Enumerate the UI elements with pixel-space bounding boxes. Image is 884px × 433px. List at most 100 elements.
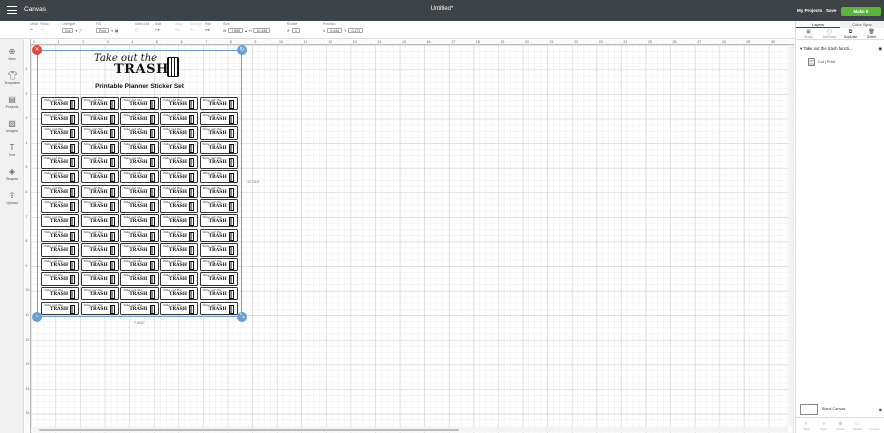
rotate-icon: ⟳: [287, 28, 290, 33]
tab-layers[interactable]: Layers: [796, 21, 840, 28]
scrollbar-thumb[interactable]: [39, 428, 459, 431]
attach-button[interactable]: ⊕ Attach: [832, 420, 849, 431]
trash-can-icon: [70, 231, 76, 241]
ungroup-button[interactable]: ▢ UnGroup: [819, 28, 840, 39]
sticker: Take out the TRASH: [41, 184, 80, 199]
vertical-scrollbar[interactable]: [788, 45, 793, 427]
sticker-line-2: TRASH: [208, 277, 227, 283]
save-link[interactable]: Save: [826, 8, 837, 13]
plus-circle-icon: ⊕: [8, 47, 16, 56]
ruler-tick-label: 28: [721, 39, 726, 44]
flatten-button[interactable]: ▭ Flatten: [849, 420, 866, 431]
blank-canvas-label: Blank Canvas: [822, 407, 846, 411]
sticker: Take out the TRASH: [159, 257, 199, 272]
sticker: Take out the TRASH: [199, 213, 238, 228]
trash-can-icon: [189, 260, 195, 270]
sticker: Take out the TRASH: [159, 272, 199, 286]
make-it-button[interactable]: Make It: [841, 7, 881, 16]
sticker-line-2: TRASH: [89, 189, 108, 195]
layer-item[interactable]: Cut | Print: [808, 57, 880, 66]
sticker-line-2: TRASH: [50, 262, 69, 268]
select-all-label: Select All: [135, 22, 150, 26]
ruler-tick-label: 15: [402, 39, 406, 44]
edit-icon[interactable]: ✂▾: [155, 28, 160, 32]
nav-item-templates[interactable]: 👕︎ Templates: [0, 71, 24, 85]
trash-can-icon: [189, 290, 195, 300]
sticker-line-2: TRASH: [50, 102, 69, 107]
lock-icon[interactable]: 🔒︎: [245, 29, 247, 33]
sticker-line-2: TRASH: [208, 102, 227, 107]
nav-item-projects[interactable]: ▤ Projects: [0, 95, 24, 109]
sticker: Take out the TRASH: [120, 199, 159, 213]
y-input[interactable]: 0.472: [348, 28, 364, 33]
ruler-tick-label: 22: [574, 39, 579, 44]
layer-group-title[interactable]: ▾ Take out the trash functi... ◉: [800, 46, 882, 52]
x-input[interactable]: 0.444: [327, 28, 343, 33]
trash-can-icon: [149, 304, 155, 314]
nav-item-shapes[interactable]: ◈ Shapes: [0, 167, 24, 181]
sticker-line-2: TRASH: [208, 131, 227, 137]
redo-label: Redo: [40, 22, 49, 26]
undo-icon[interactable]: ↶: [30, 28, 33, 32]
flip-label: Flip: [205, 22, 211, 26]
slice-label: Slice: [803, 427, 810, 431]
duplicate-label: Duplicate: [843, 35, 858, 39]
slice-button[interactable]: ◐ Slice: [798, 420, 815, 431]
eye-icon[interactable]: ◉: [879, 407, 882, 412]
delete-handle-icon[interactable]: ✕: [32, 45, 42, 55]
nav-item-upload[interactable]: ⇪ Upload: [0, 191, 24, 205]
sticker-line-2: TRASH: [168, 189, 188, 195]
layer-item-label: Cut | Print: [818, 59, 835, 64]
height-input[interactable]: 10.348: [253, 28, 271, 33]
horizontal-scrollbar[interactable]: [31, 427, 788, 432]
resize-handle-icon[interactable]: ⤡: [237, 312, 247, 322]
ruler-tick-label: 7: [205, 39, 208, 44]
flip-icon[interactable]: ⇹▾: [205, 28, 210, 32]
sticker: Take out the TRASH: [80, 257, 120, 272]
sticker: Take out the TRASH: [120, 257, 159, 272]
blank-canvas-row[interactable]: Blank Canvas ◉: [800, 403, 882, 415]
select-all-icon[interactable]: ⬚: [135, 28, 138, 32]
pattern-icon[interactable]: ▦: [115, 29, 118, 33]
arrange-icon[interactable]: ⧉▾: [190, 28, 194, 32]
chevron-down-icon[interactable]: ▾: [800, 46, 802, 51]
lock-handle-icon[interactable]: ▫: [32, 312, 42, 322]
sticker-line-2: TRASH: [168, 131, 188, 137]
contour-button[interactable]: ◌ Contour: [866, 420, 883, 431]
nav-item-images[interactable]: ▨ Images: [0, 119, 24, 133]
sticker-line-2: TRASH: [168, 116, 188, 122]
sticker-line-2: TRASH: [89, 145, 108, 151]
trash-can-icon: [70, 202, 76, 212]
duplicate-button[interactable]: ⧉ Duplicate: [840, 28, 861, 39]
trash-can-icon: [189, 129, 195, 139]
trash-can-icon: [149, 158, 155, 168]
my-projects-link[interactable]: My Projects: [797, 8, 822, 13]
group-button[interactable]: ▣ Group: [798, 28, 819, 39]
nav-item-new[interactable]: ⊕ New: [0, 47, 24, 61]
trash-can-icon: [70, 114, 76, 124]
linetype-select[interactable]: Cut: [62, 28, 74, 33]
pen-color-icon[interactable]: ╱: [79, 29, 81, 33]
trash-can-icon: [70, 304, 76, 314]
sticker: Take out the TRASH: [41, 213, 80, 228]
delete-button[interactable]: 🗑︎ Delete: [861, 28, 882, 39]
rotate-handle-icon[interactable]: ↻: [237, 45, 247, 55]
blank-canvas-swatch[interactable]: [800, 403, 818, 415]
visibility-icon[interactable]: ◉: [878, 46, 882, 52]
redo-icon[interactable]: ↷: [41, 28, 44, 32]
sticker-line-2: TRASH: [89, 131, 108, 137]
ruler-tick-label: 30: [771, 39, 775, 44]
trash-can-icon: [70, 187, 76, 197]
sticker: Take out the TRASH: [41, 243, 80, 257]
trash-can-icon: [228, 100, 234, 109]
sticker-line-2: TRASH: [89, 277, 108, 283]
align-icon[interactable]: ⊟▾: [175, 28, 180, 32]
width-input[interactable]: 7.855: [228, 28, 244, 33]
weld-button[interactable]: ◑ Weld: [815, 420, 832, 431]
sticker: Take out the TRASH: [80, 301, 120, 315]
nav-item-text[interactable]: T Text: [0, 143, 24, 157]
tab-color-sync[interactable]: Color Sync: [840, 21, 884, 28]
rotate-input[interactable]: 0: [291, 28, 300, 33]
fill-select[interactable]: Print: [96, 28, 110, 33]
trash-can-icon: [149, 187, 155, 197]
